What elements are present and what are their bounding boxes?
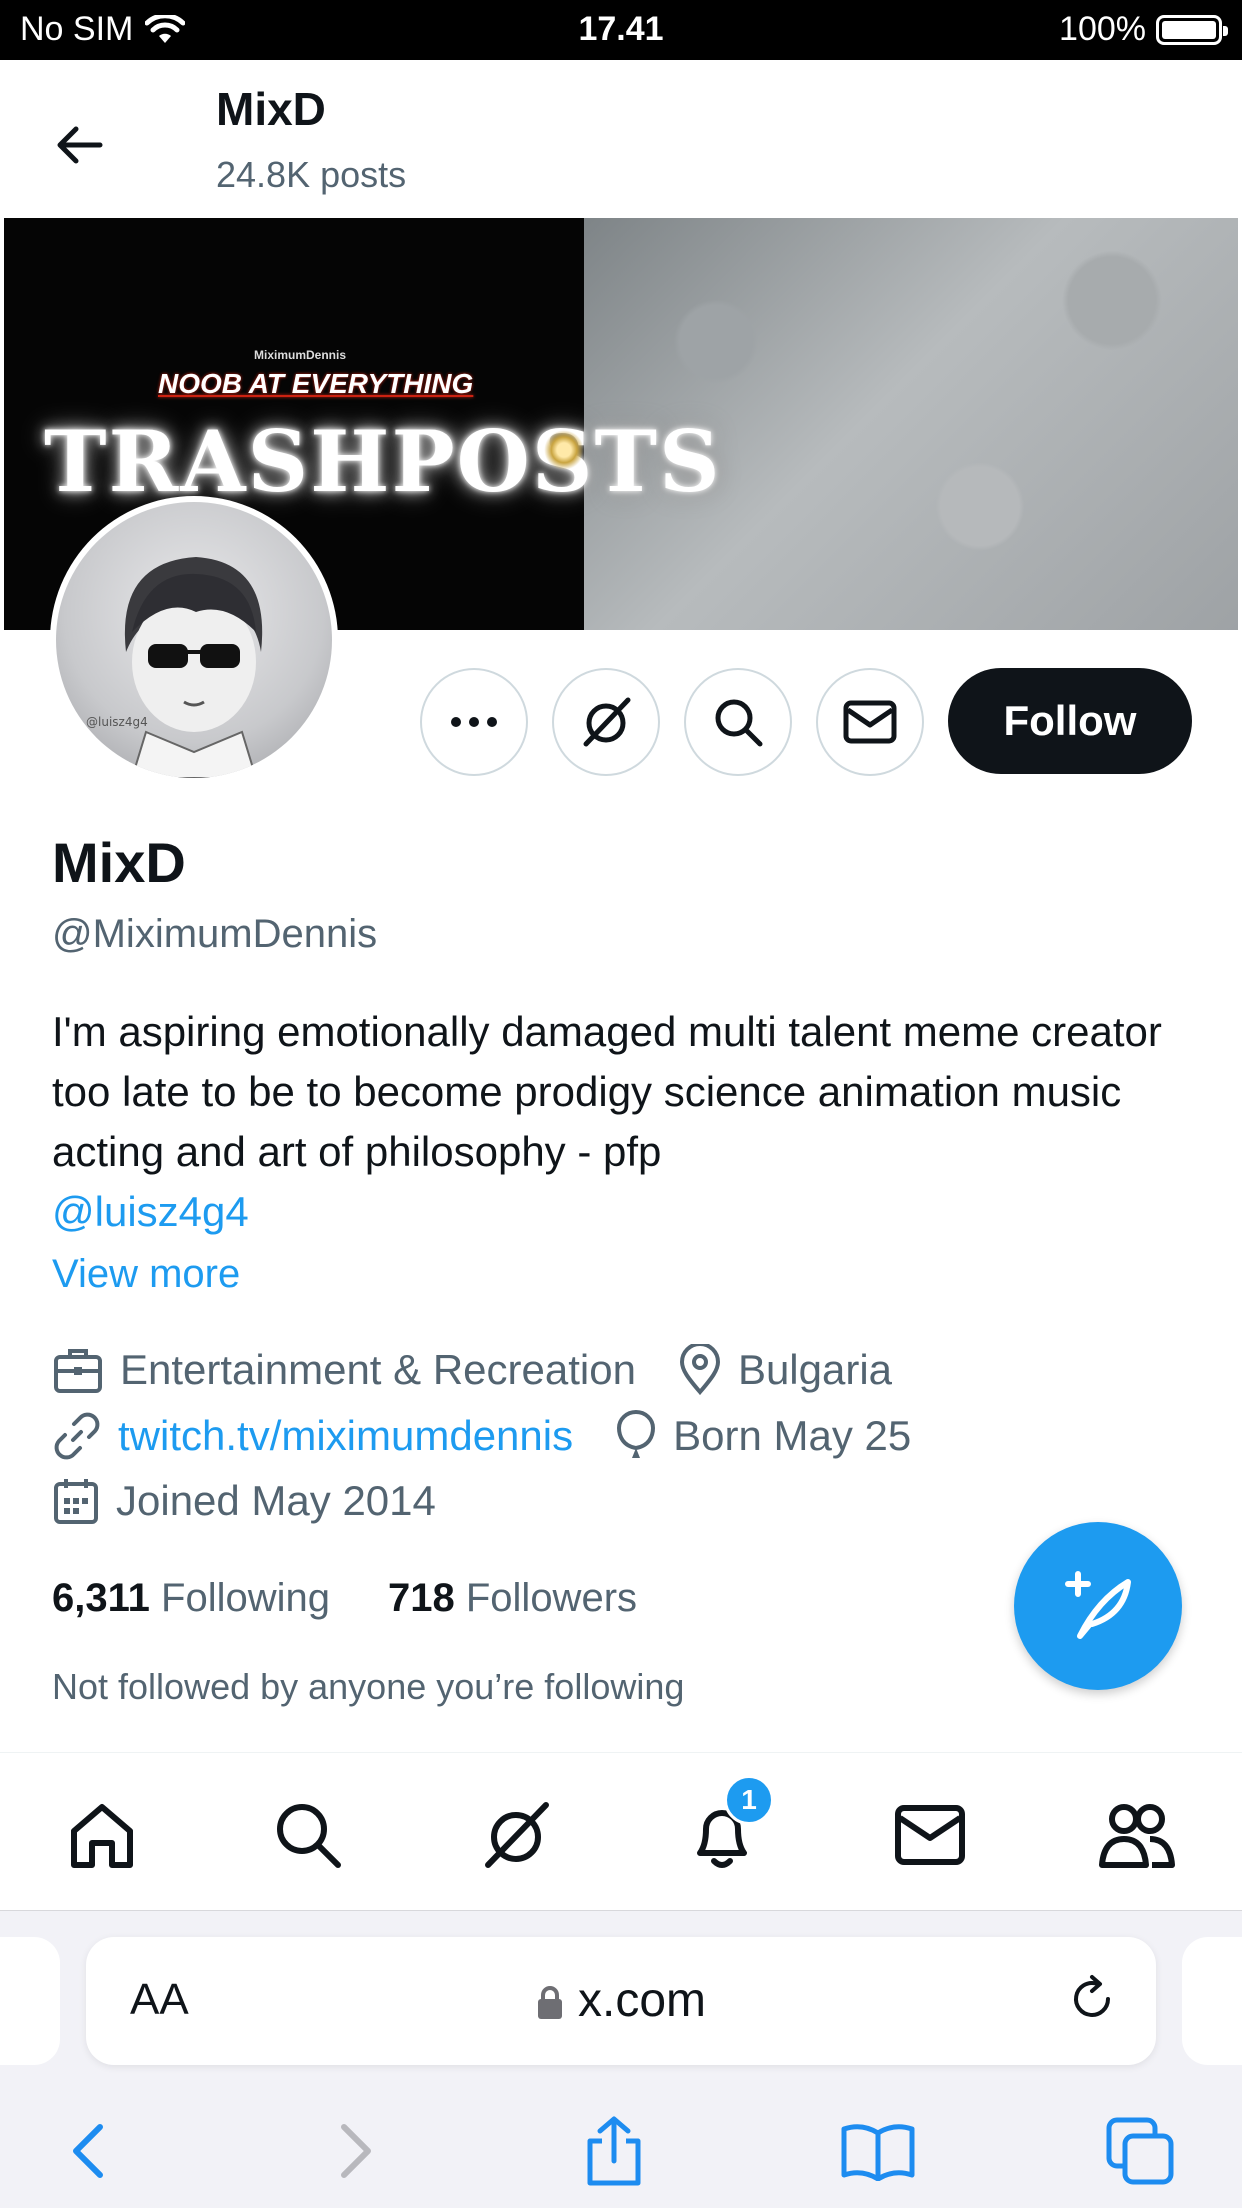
compose-feather-icon	[1065, 1571, 1131, 1639]
following-link[interactable]: 6,311 Following	[52, 1576, 330, 1621]
view-more-link[interactable]: View more	[52, 1252, 240, 1297]
avatar-drawing: @luisz4g4	[86, 557, 263, 778]
website-link[interactable]: twitch.tv/miximumdennis	[118, 1412, 573, 1460]
banner-small-text: MiximumDennis	[254, 348, 347, 362]
location-item: Bulgaria	[678, 1344, 892, 1396]
reload-button[interactable]	[1066, 1973, 1118, 2030]
not-followed-notice: Not followed by anyone you’re following	[52, 1666, 685, 1707]
search-icon	[277, 1804, 341, 1868]
link-icon	[54, 1412, 100, 1460]
chevron-right-icon	[341, 2124, 371, 2178]
previous-tab-preview[interactable]	[0, 1937, 60, 2065]
category-item: Entertainment & Recreation	[52, 1345, 636, 1395]
briefcase-icon	[54, 1349, 102, 1393]
followers-link[interactable]: 718 Followers	[388, 1576, 637, 1621]
battery: 100%	[1059, 10, 1228, 49]
follow-counts: 6,311 Following 718 Followers	[52, 1576, 637, 1621]
header-title: MixD	[216, 83, 326, 135]
battery-percent: 100%	[1059, 10, 1146, 48]
grok-icon	[485, 1802, 549, 1868]
browser-toolbar: AA x.com	[0, 1910, 1242, 2208]
joined-item: Joined May 2014	[52, 1476, 436, 1526]
back-button[interactable]	[44, 110, 114, 180]
banner-light	[544, 430, 584, 470]
tabs-button[interactable]	[1100, 2111, 1180, 2191]
birthday-item: Born May 25	[615, 1410, 911, 1462]
chevron-left-icon	[73, 2124, 103, 2178]
tabs-icon	[1106, 2117, 1174, 2185]
bio-mention-link[interactable]: @luisz4g4	[52, 1188, 249, 1235]
home-icon	[71, 1804, 133, 1868]
search-icon	[715, 699, 763, 747]
category-text: Entertainment & Recreation	[120, 1346, 636, 1393]
location-text: Bulgaria	[737, 1346, 893, 1393]
book-icon	[841, 2124, 915, 2181]
followers-count: 718	[387, 1576, 455, 1620]
envelope-icon	[895, 1805, 965, 1865]
arrow-left-icon	[57, 126, 103, 164]
post-count: 24.8K posts	[216, 154, 407, 195]
follow-button[interactable]: Follow	[948, 668, 1192, 774]
battery-icon	[1156, 14, 1228, 45]
bookmarks-button[interactable]	[838, 2111, 918, 2191]
nav-messages[interactable]	[890, 1795, 970, 1875]
nav-communities[interactable]	[1096, 1795, 1176, 1875]
birthday-text: Born May 25	[673, 1412, 912, 1459]
more-horizontal-icon	[451, 717, 497, 727]
profile-meta-row-2: twitch.tv/miximumdennis Born May 25	[52, 1410, 953, 1462]
people-icon	[1099, 1804, 1175, 1868]
avatar[interactable]: @luisz4g4	[50, 496, 338, 784]
nav-grok[interactable]	[476, 1795, 556, 1875]
grok-icon	[583, 697, 631, 747]
svg-text:@luisz4g4: @luisz4g4	[86, 715, 148, 729]
followers-label: Followers	[465, 1576, 638, 1620]
notification-badge: 1	[724, 1775, 774, 1825]
bio-text: I'm aspiring emotionally damaged multi t…	[52, 1008, 1162, 1175]
following-count: 6,311	[52, 1576, 150, 1620]
envelope-icon	[843, 700, 897, 744]
status-bar: No SIM 17.41 100%	[0, 0, 1242, 60]
compose-post-button[interactable]	[1014, 1522, 1182, 1690]
profile-bio: I'm aspiring emotionally damaged multi t…	[52, 1002, 1202, 1242]
profile-name: MixD	[52, 831, 186, 894]
profile-header: MixD 24.8K posts	[0, 60, 1242, 218]
bottom-navigation: 1	[0, 1752, 1242, 1912]
nav-explore[interactable]	[268, 1795, 348, 1875]
banner-title: TRASHPOSTS	[44, 412, 722, 511]
following-label: Following	[161, 1576, 330, 1620]
url-text: x.com	[577, 1974, 706, 2027]
url-display[interactable]: x.com	[86, 1973, 1156, 2028]
profile-meta-row-3: Joined May 2014	[52, 1476, 478, 1526]
next-tab-preview[interactable]	[1182, 1937, 1242, 2065]
website-item: twitch.tv/miximumdennis	[52, 1411, 573, 1461]
address-bar[interactable]: AA x.com	[86, 1937, 1156, 2065]
message-button[interactable]	[816, 668, 924, 776]
avatar-image: @luisz4g4	[56, 502, 332, 778]
browser-back-button[interactable]	[48, 2111, 128, 2191]
profile-meta-row-1: Entertainment & Recreation Bulgaria	[52, 1344, 934, 1396]
joined-text: Joined May 2014	[116, 1477, 436, 1524]
share-icon	[587, 2116, 641, 2186]
nav-home[interactable]	[62, 1795, 142, 1875]
more-options-button[interactable]	[420, 668, 528, 776]
grok-button[interactable]	[552, 668, 660, 776]
balloon-icon	[617, 1410, 656, 1458]
clock: 17.41	[578, 10, 664, 48]
banner-subtitle: NOOB AT EVERYTHING	[158, 368, 474, 399]
lock-icon	[537, 1986, 562, 2020]
calendar-icon	[54, 1479, 98, 1524]
location-pin-icon	[679, 1344, 720, 1396]
profile-handle: @MiximumDennis	[52, 912, 378, 956]
reload-icon	[1074, 1975, 1110, 2017]
search-profile-button[interactable]	[684, 668, 792, 776]
share-button[interactable]	[574, 2111, 654, 2191]
browser-forward-button[interactable]	[316, 2111, 396, 2191]
